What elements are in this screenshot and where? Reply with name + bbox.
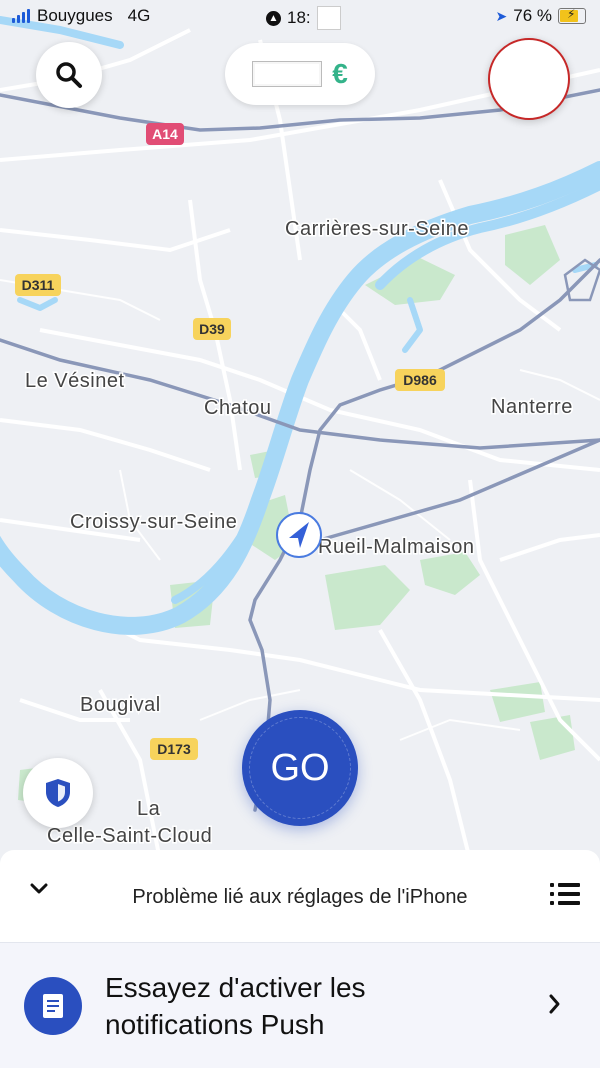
profile-avatar-button[interactable] <box>488 38 570 120</box>
search-button[interactable] <box>36 42 102 108</box>
svg-text:D986: D986 <box>403 372 437 388</box>
shield-icon <box>46 779 70 807</box>
battery-icon: ⚡ <box>558 7 586 24</box>
label-la: La <box>137 798 161 820</box>
status-time: 18: <box>287 8 311 27</box>
road-shield-d311: D311 <box>15 274 61 296</box>
svg-text:D39: D39 <box>199 321 225 337</box>
label-carrieres: Carrières-sur-Seine <box>285 218 469 240</box>
navigation-active-icon: ▲ <box>266 10 281 26</box>
bottom-sheet: Problème lié aux réglages de l'iPhone Es… <box>0 850 600 1068</box>
chevron-right-icon <box>549 994 560 1014</box>
sheet-title: Problème lié aux réglages de l'iPhone <box>132 886 468 908</box>
road-shield-d173: D173 <box>150 738 198 760</box>
status-left: Bouygues 4G <box>12 6 150 26</box>
label-croissy: Croissy-sur-Seine <box>70 511 237 533</box>
status-bar: Bouygues 4G ▲ 18: ➤ 76 % ⚡ <box>0 0 600 32</box>
label-celle: Celle-Saint-Cloud <box>47 825 212 847</box>
notification-line-2: notifications Push <box>105 1009 325 1040</box>
label-nanterre: Nanterre <box>491 396 573 418</box>
go-label: GO <box>270 746 330 789</box>
svg-text:D173: D173 <box>157 741 191 757</box>
network-type: 4G <box>127 6 151 25</box>
status-center: ▲ 18: <box>266 6 341 30</box>
push-notification-card[interactable]: Essayez d'activer les notifications Push <box>0 942 600 1068</box>
carrier-name: Bouygues <box>37 6 113 25</box>
label-le-vesinet: Le Vésinet <box>25 370 125 392</box>
search-icon <box>56 62 82 88</box>
earnings-currency: € <box>332 58 348 89</box>
battery-percent: 76 % <box>513 6 552 25</box>
notification-message: Essayez d'activer les notifications Push <box>105 969 505 1043</box>
label-bougival: Bougival <box>80 694 161 716</box>
road-shield-d39: D39 <box>193 318 231 340</box>
current-location-icon <box>276 512 322 558</box>
road-shield-d986: D986 <box>395 369 445 391</box>
notification-line-1: Essayez d'activer les <box>105 972 366 1003</box>
go-online-button[interactable]: GO <box>242 710 358 826</box>
svg-text:A14: A14 <box>152 126 178 142</box>
document-icon <box>24 977 82 1035</box>
label-chatou: Chatou <box>204 397 272 419</box>
signal-icon <box>12 9 30 23</box>
label-rueil: Rueil-Malmaison <box>318 536 474 558</box>
safety-toolkit-button[interactable] <box>23 758 93 828</box>
location-arrow-icon: ➤ <box>495 7 508 24</box>
earnings-amount-redacted <box>252 61 323 87</box>
road-shield-a14: A14 <box>146 123 184 145</box>
list-icon[interactable] <box>550 883 580 910</box>
status-right: ➤ 76 % ⚡ <box>496 6 586 26</box>
sheet-header[interactable]: Problème lié aux réglages de l'iPhone <box>0 850 600 942</box>
svg-text:D311: D311 <box>22 277 55 293</box>
earnings-pill[interactable]: € <box>225 43 375 105</box>
time-redaction-box <box>316 6 341 30</box>
